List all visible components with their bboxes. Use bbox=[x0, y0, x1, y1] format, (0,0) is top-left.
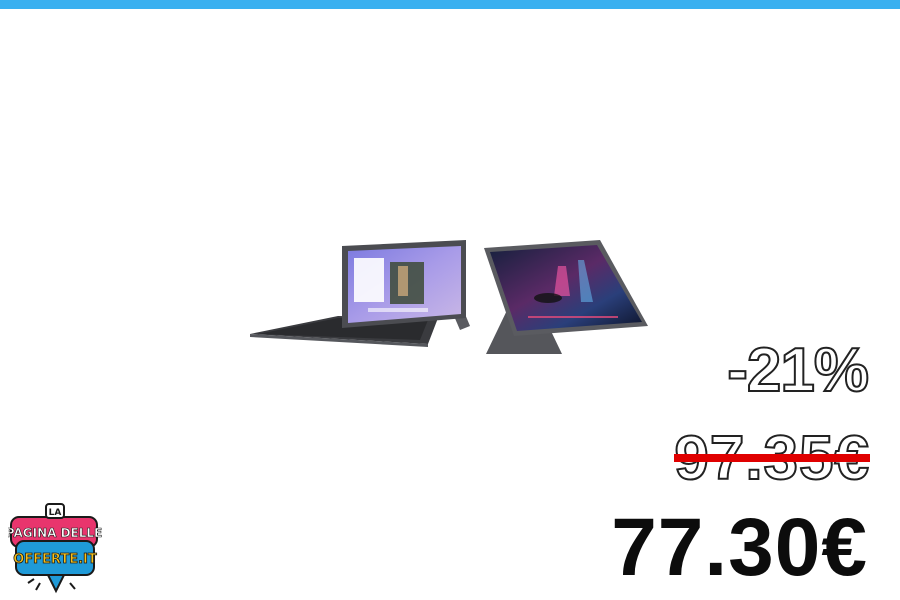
discount-percentage: -21% bbox=[726, 335, 870, 406]
logo-text-pagina-delle: PAGINA DELLE bbox=[8, 526, 102, 540]
tablet-standing bbox=[484, 240, 648, 354]
la-pagina-delle-offerte-logo: LA PAGINA DELLE OFFERTE.IT bbox=[8, 503, 102, 594]
tablet-keyboard bbox=[250, 240, 470, 347]
product-image bbox=[250, 240, 648, 354]
new-price: 77.30€ bbox=[611, 502, 868, 593]
logo-text-offerte: OFFERTE.IT bbox=[13, 552, 97, 567]
strikethrough-line bbox=[674, 454, 870, 462]
old-price-block: 97.35€ bbox=[673, 423, 870, 494]
logo-text-la: LA bbox=[49, 508, 62, 518]
top-accent-bar bbox=[0, 0, 900, 9]
